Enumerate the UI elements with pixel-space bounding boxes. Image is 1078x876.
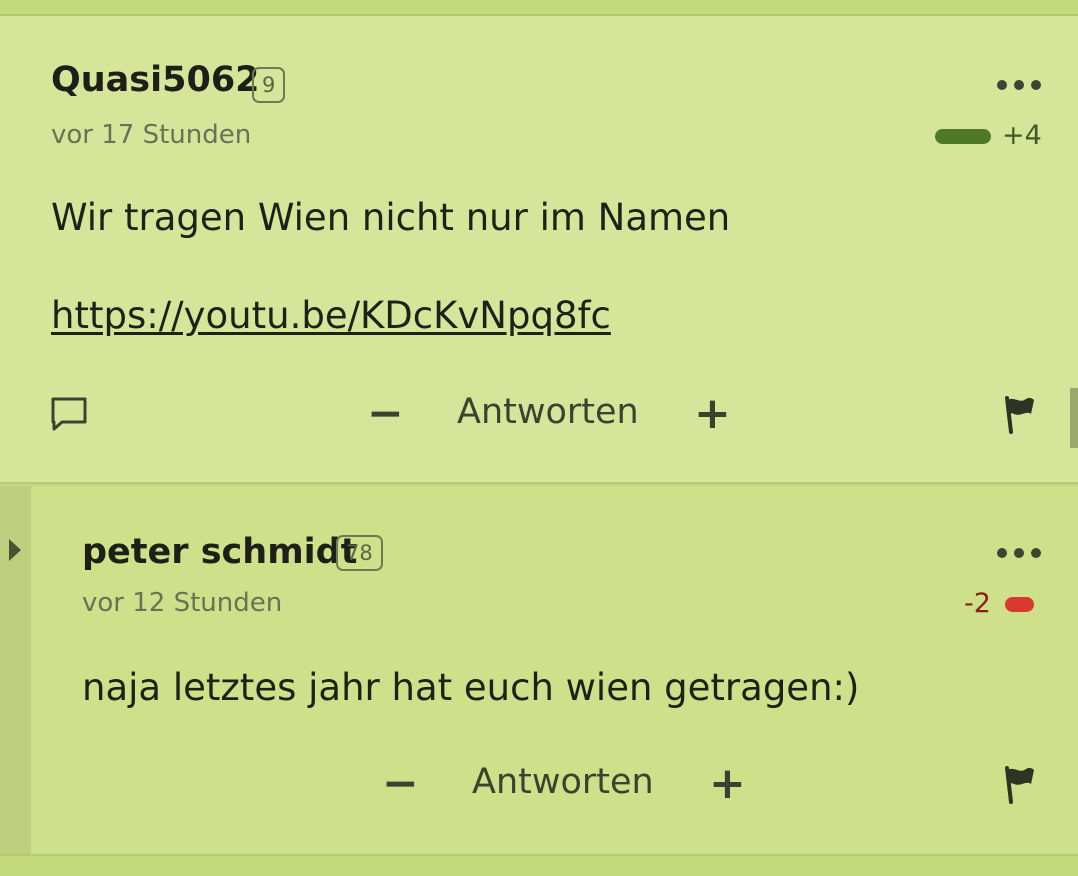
username[interactable]: Quasi5062 — [51, 60, 260, 100]
rating-bar — [935, 129, 991, 144]
user-badge: 9 — [252, 67, 286, 103]
score: -2 — [964, 588, 991, 619]
flag-icon[interactable] — [1002, 394, 1036, 434]
comment-text: Wir tragen Wien nicht nur im Namen — [51, 196, 731, 239]
score: +4 — [1002, 120, 1042, 151]
reply-button[interactable]: Antworten — [457, 392, 639, 432]
thread-collapse-bar[interactable] — [0, 486, 31, 854]
expand-thread-icon[interactable] — [9, 539, 21, 561]
more-options-icon[interactable] — [997, 78, 1041, 92]
previous-comment-edge — [0, 0, 1078, 16]
comment-link[interactable]: https://youtu.be/KDcKvNpq8fc — [51, 294, 611, 337]
comment-quasi5062: Quasi5062 9 vor 17 Stunden +4 Wir tragen… — [0, 16, 1078, 484]
comment-icon[interactable] — [50, 395, 88, 433]
flag-icon[interactable] — [1002, 764, 1036, 804]
reply-button[interactable]: Antworten — [472, 762, 654, 802]
scrollbar-thumb[interactable] — [1070, 388, 1078, 448]
upvote-button[interactable]: + — [709, 762, 746, 806]
upvote-button[interactable]: + — [694, 392, 731, 436]
username[interactable]: peter schmidt — [82, 532, 357, 572]
comment-peter-schmidt: peter schmidt 78 vor 12 Stunden -2 naja … — [0, 486, 1078, 854]
timestamp: vor 12 Stunden — [82, 588, 283, 618]
user-badge: 78 — [336, 535, 383, 571]
comment-thread: Quasi5062 9 vor 17 Stunden +4 Wir tragen… — [0, 0, 1078, 876]
next-comment-edge — [0, 854, 1078, 876]
rating-bar — [1005, 597, 1034, 612]
downvote-button[interactable]: − — [367, 392, 404, 436]
comment-text: naja letztes jahr hat euch wien getragen… — [82, 666, 860, 709]
downvote-button[interactable]: − — [382, 762, 419, 806]
more-options-icon[interactable] — [997, 546, 1041, 560]
timestamp: vor 17 Stunden — [51, 120, 252, 150]
